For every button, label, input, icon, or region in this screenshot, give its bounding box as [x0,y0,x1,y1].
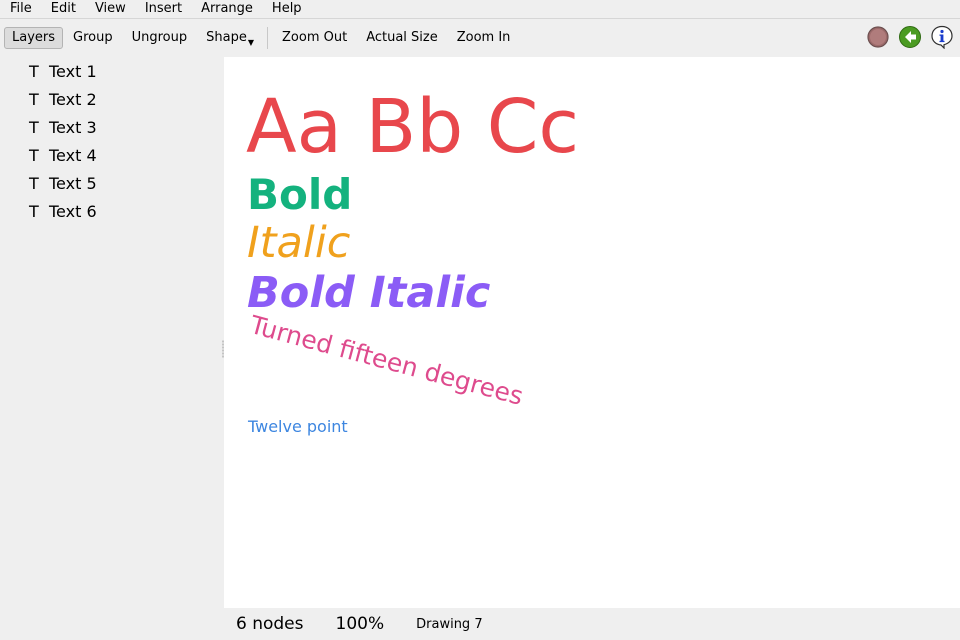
zoom-out-button[interactable]: Zoom Out [273,27,356,49]
menu-arrange[interactable]: Arrange [191,0,262,18]
shape-menu-label: Shape [206,30,247,45]
layer-item-label: Text 6 [49,201,97,221]
layer-item-label: Text 3 [49,117,97,137]
toolbar: Layers Group Ungroup Shape▼ Zoom Out Act… [0,19,960,57]
layer-item-label: Text 2 [49,89,97,109]
zoom-level: 100% [335,614,385,634]
text-tool-icon: T [29,145,39,165]
dropdown-arrow-icon: ▼ [247,38,254,47]
shape-menu-button[interactable]: Shape▼ [197,27,263,49]
drawing-canvas[interactable]: Aa Bb Cc Bold Italic Bold Italic Turned … [224,57,960,608]
group-button[interactable]: Group [64,27,122,49]
menu-bar: File Edit View Insert Arrange Help [0,0,960,19]
record-icon[interactable] [866,25,890,49]
menu-edit[interactable]: Edit [41,0,85,18]
layer-item-text-2[interactable]: T Text 2 [0,85,222,113]
ungroup-button[interactable]: Ungroup [123,27,197,49]
layer-item-text-3[interactable]: T Text 3 [0,113,222,141]
menu-help[interactable]: Help [262,0,311,18]
toolbar-right-icons [866,25,954,49]
text-tool-icon: T [29,201,39,221]
canvas-text-3[interactable]: Italic [247,222,350,265]
canvas-text-5[interactable]: Turned fifteen degrees [247,310,526,411]
layer-item-text-5[interactable]: T Text 5 [0,169,222,197]
status-bar: 6 nodes 100% Drawing 7 [224,608,960,640]
layers-panel: T Text 1 T Text 2 T Text 3 T Text 4 T Te… [0,57,222,640]
menu-file[interactable]: File [0,0,41,18]
canvas-text-1[interactable]: Aa Bb Cc [246,90,579,164]
back-arrow-icon[interactable] [898,25,922,49]
toolbar-separator [267,27,268,49]
zoom-in-button[interactable]: Zoom In [448,27,520,49]
text-tool-icon: T [29,173,39,193]
canvas-text-4[interactable]: Bold Italic [247,272,490,315]
actual-size-button[interactable]: Actual Size [357,27,447,49]
node-count: 6 nodes [236,614,304,634]
layer-item-label: Text 5 [49,173,97,193]
layer-item-label: Text 1 [49,61,97,81]
menu-view[interactable]: View [85,0,135,18]
layer-item-label: Text 4 [49,145,97,165]
text-tool-icon: T [29,61,39,81]
canvas-text-2[interactable]: Bold [247,174,352,216]
menu-insert[interactable]: Insert [135,0,191,18]
layer-item-text-6[interactable]: T Text 6 [0,197,222,225]
layers-toggle-button[interactable]: Layers [4,27,64,49]
canvas-text-6[interactable]: Twelve point [248,419,348,435]
text-tool-icon: T [29,89,39,109]
layer-item-text-4[interactable]: T Text 4 [0,141,222,169]
info-icon[interactable] [930,25,954,49]
document-name: Drawing 7 [416,616,483,632]
layer-item-text-1[interactable]: T Text 1 [0,57,222,85]
text-tool-icon: T [29,117,39,137]
